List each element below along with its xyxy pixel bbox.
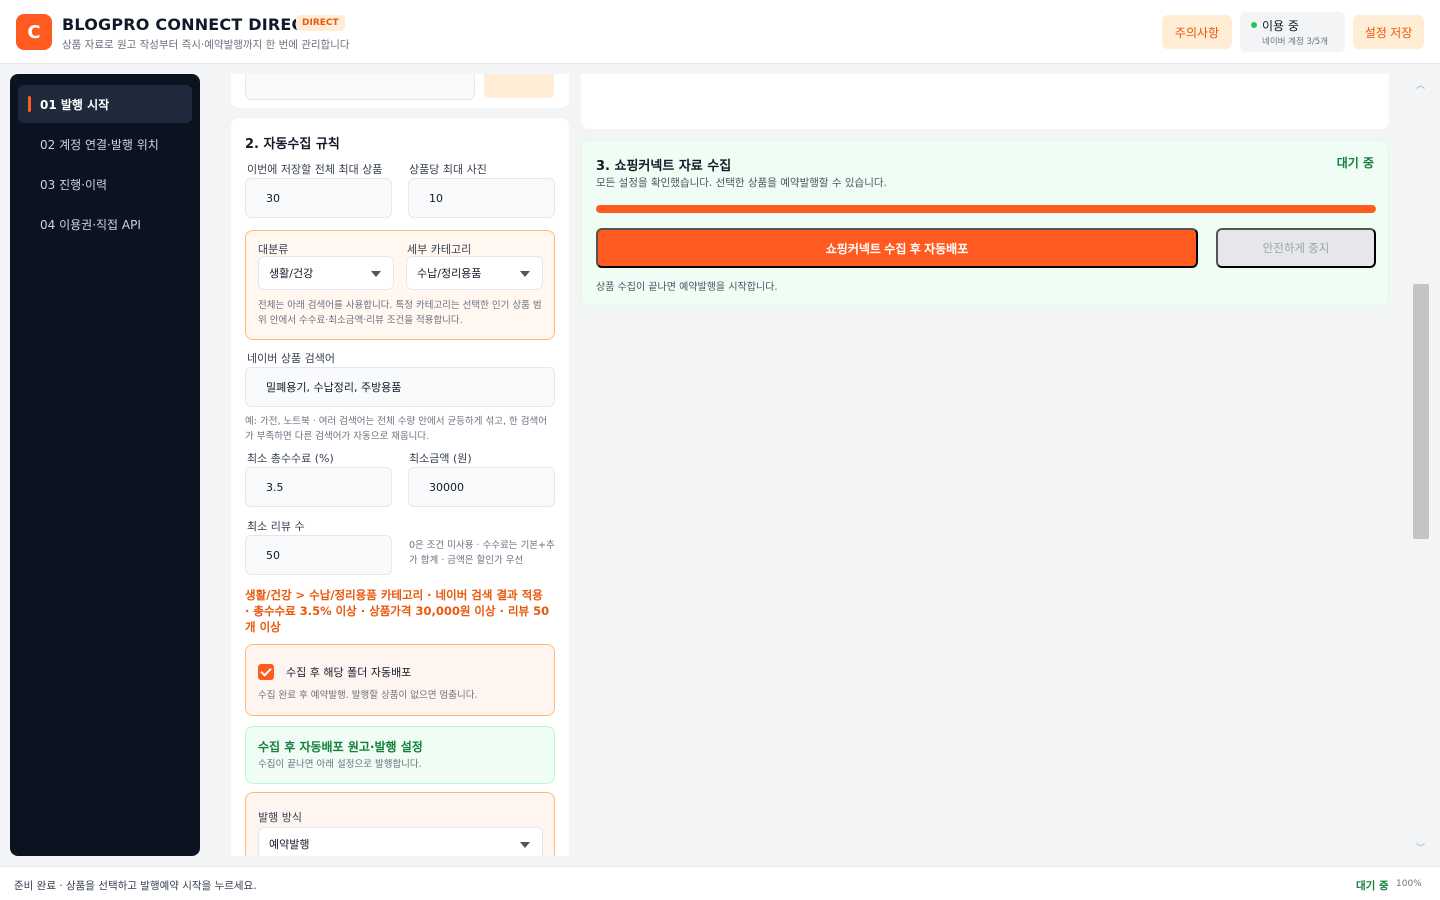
major-category-select[interactable]: 생활/건강 — [258, 256, 394, 290]
post-settings-title: 수집 후 자동배포 원고·발행 설정 — [258, 740, 423, 754]
publish-mode-box: 발행 방식 예약발행 — [245, 792, 555, 856]
zoom-level: 100% — [1396, 879, 1422, 889]
auto-deploy-note: 수집 완료 후 예약발행. 발행할 상품이 없으면 멈춥니다. — [258, 690, 478, 701]
sidebar-item-history[interactable]: 03 진행·이력 — [18, 165, 192, 203]
chevron-down-icon — [520, 842, 530, 848]
usage-status: 이용 중 네이버 계정 3/5개 — [1240, 12, 1345, 52]
usage-status-label: 이용 중 — [1262, 19, 1299, 33]
publish-mode-value: 예약발행 — [269, 838, 310, 851]
sidebar: 01 발행 시작 02 계정 연결·발행 위치 03 진행·이력 04 이용권·… — [10, 74, 200, 856]
keyword-note: 예: 가전, 노트북 · 여러 검색어는 전체 수량 안에서 균등하게 섞고, … — [245, 416, 547, 442]
min-price-input[interactable]: 30000 — [408, 467, 555, 507]
save-settings-button[interactable]: 설정 저장 — [1353, 15, 1424, 49]
max-products-label: 이번에 저장할 전체 최대 상품 — [247, 163, 383, 176]
sub-category-label: 세부 카테고리 — [407, 243, 472, 256]
previous-section-card — [231, 74, 569, 108]
category-note: 전체는 아래 검색어를 사용합니다. 특정 카테고리는 선택한 인기 상품 범위… — [258, 300, 542, 326]
collect-title: 3. 쇼핑커넥트 자료 수집 — [596, 159, 732, 174]
collect-card: 3. 쇼핑커넥트 자료 수집 대기 중 모든 설정을 확인했습니다. 선택한 상… — [581, 140, 1389, 306]
status-dot-icon — [1251, 22, 1257, 28]
sub-category-value: 수납/정리용품 — [417, 267, 482, 280]
sidebar-item-license[interactable]: 04 이용권·직접 API — [18, 205, 192, 243]
collect-rules-card: 2. 자동수집 규칙 이번에 저장할 전체 최대 상품 30 상품당 최대 사진… — [231, 118, 569, 856]
rule-summary: 생활/건강 > 수납/정리용품 카테고리 · 네이버 검색 결과 적용 · 총수… — [245, 588, 550, 634]
publish-mode-select[interactable]: 예약발행 — [258, 827, 543, 856]
progress-fill — [596, 205, 1376, 213]
chevron-down-icon — [520, 271, 530, 277]
commission-input[interactable]: 3.5 — [245, 467, 392, 507]
publish-mode-label: 발행 방식 — [258, 811, 302, 824]
auto-deploy-box: 수집 후 해당 폴더 자동배포 수집 완료 후 예약발행. 발행할 상품이 없으… — [245, 644, 555, 716]
status-bar: 준비 완료 · 상품을 선택하고 발행예약 시작을 누르세요. 대기 중 100… — [0, 866, 1440, 900]
status-bar-state: 대기 중 — [1356, 880, 1389, 892]
collect-progress-bar — [596, 205, 1376, 213]
collect-status: 대기 중 — [1336, 156, 1374, 170]
collect-subtitle: 모든 설정을 확인했습니다. 선택한 상품을 예약발행할 수 있습니다. — [596, 177, 887, 189]
min-price-label: 최소금액 (원) — [409, 452, 472, 465]
min-review-input[interactable]: 50 — [245, 535, 392, 575]
direct-badge: DIRECT — [296, 15, 345, 31]
notice-button[interactable]: 주의사항 — [1162, 15, 1232, 49]
account-count: 네이버 계정 3/5개 — [1262, 37, 1329, 47]
chevron-down-icon — [371, 271, 381, 277]
major-category-label: 대분류 — [258, 243, 289, 256]
app-subtitle: 상품 자료로 원고 작성부터 즉시·예약발행까지 한 번에 관리합니다 — [62, 39, 350, 51]
settings-panel: 2. 자동수집 규칙 이번에 저장할 전체 최대 상품 30 상품당 최대 사진… — [231, 74, 569, 856]
auto-deploy-label: 수집 후 해당 폴더 자동배포 — [286, 666, 412, 679]
post-settings-box: 수집 후 자동배포 원고·발행 설정 수집이 끝나면 아래 설정으로 발행합니다… — [245, 726, 555, 784]
section-title: 2. 자동수집 규칙 — [245, 137, 340, 152]
post-settings-note: 수집이 끝나면 아래 설정으로 발행합니다. — [258, 759, 422, 770]
scroll-thumb[interactable] — [1413, 284, 1429, 539]
keyword-input[interactable]: 밀폐용기, 수납정리, 주방용품 — [245, 367, 555, 407]
app-title: BLOGPRO CONNECT DIRECT — [62, 15, 315, 34]
sidebar-item-publish-start[interactable]: 01 발행 시작 — [18, 85, 192, 123]
previous-button[interactable] — [484, 74, 554, 98]
app-header: C BLOGPRO CONNECT DIRECT DIRECT 상품 자료로 원… — [0, 0, 1440, 64]
major-category-value: 생활/건강 — [269, 267, 314, 280]
max-products-input[interactable]: 30 — [245, 178, 392, 218]
min-review-label: 최소 리뷰 수 — [247, 520, 305, 533]
scroll-up-icon[interactable]: ︿ — [1416, 78, 1425, 91]
main-scrollbar[interactable]: ︿ ﹀ — [1412, 74, 1430, 856]
auto-deploy-checkbox[interactable] — [258, 664, 274, 680]
commission-label: 최소 총수수료 (%) — [247, 452, 334, 465]
keyword-label: 네이버 상품 검색어 — [247, 352, 335, 365]
review-note: 0은 조건 미사용 · 수수료는 기본+추가 합계 · 금액은 할인가 우선 — [409, 540, 555, 566]
app-logo: C — [16, 14, 52, 50]
previous-right-card — [581, 74, 1389, 129]
sub-category-select[interactable]: 수납/정리용품 — [406, 256, 543, 290]
max-photos-input[interactable]: 10 — [408, 178, 555, 218]
safe-stop-button[interactable]: 안전하게 중지 — [1216, 228, 1376, 268]
max-photos-label: 상품당 최대 사진 — [409, 163, 487, 176]
sidebar-item-account[interactable]: 02 계정 연결·발행 위치 — [18, 125, 192, 163]
status-message: 준비 완료 · 상품을 선택하고 발행예약 시작을 누르세요. — [14, 880, 257, 892]
previous-input[interactable] — [245, 74, 475, 100]
collect-deploy-button[interactable]: 쇼핑커넥트 수집 후 자동배포 — [596, 228, 1198, 268]
collect-footnote: 상품 수집이 끝나면 예약발행을 시작합니다. — [596, 282, 778, 293]
category-box: 대분류 생활/건강 세부 카테고리 수납/정리용품 전체는 아래 검색어를 사용… — [245, 230, 555, 340]
scroll-down-icon[interactable]: ﹀ — [1416, 841, 1425, 854]
